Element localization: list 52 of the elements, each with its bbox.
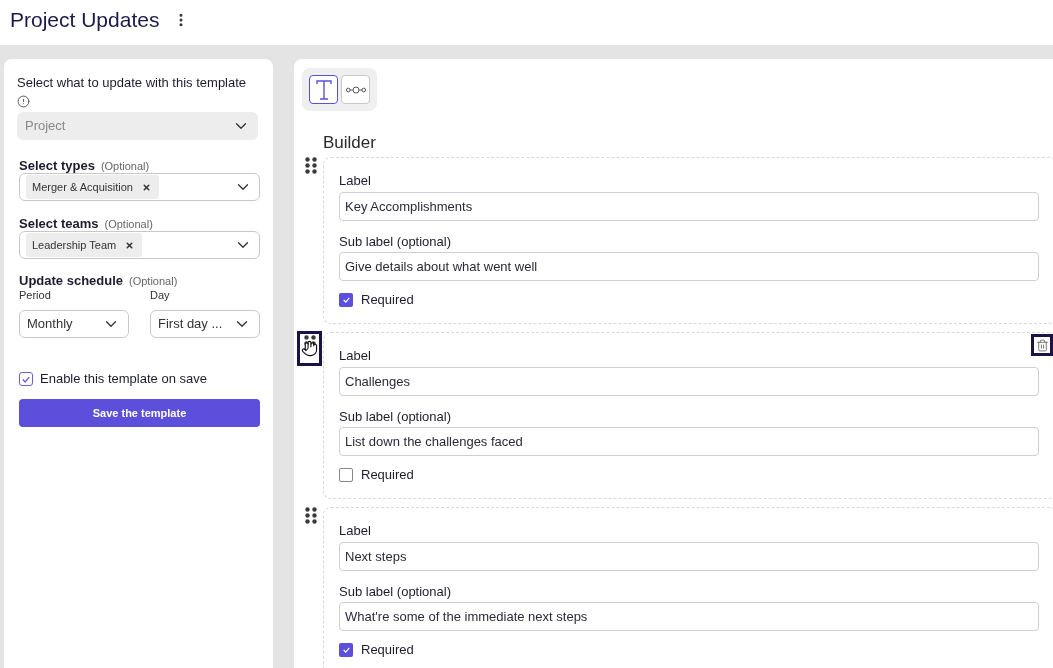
drag-handle-icon[interactable] [305,507,317,524]
checkbox[interactable] [339,293,353,307]
checkbox-label: Required [361,641,414,660]
label-input[interactable]: Next steps [339,542,1039,571]
field-label: Period [19,288,52,303]
sublabel-input[interactable]: Give details about what went well [339,252,1039,281]
optional-note: (Optional) [100,159,150,174]
trash-button[interactable] [1031,334,1053,356]
drag-handle-icon[interactable] [305,157,317,174]
types-dropdown[interactable]: Merger & Acquisition [19,173,260,201]
label-input[interactable]: Key Accomplishments [339,192,1039,221]
check-icon [342,297,350,303]
field-caption: Label [339,348,372,364]
text-icon [314,79,333,100]
hand-cursor-icon [300,339,318,358]
checkbox[interactable] [339,643,353,657]
checkbox-label: Required [361,466,414,485]
field-label: Update schedule [19,272,124,290]
checkbox[interactable] [19,372,33,386]
page-title: Project Updates [10,7,160,34]
sublabel-input[interactable]: What're some of the immediate next steps [339,602,1039,631]
tag-label: Leadership Team [32,237,117,253]
field-label: Select what to update with this template [17,75,248,91]
optional-note: (Optional) [104,217,153,232]
day-dropdown[interactable]: First day ... [150,310,260,338]
optional-note: (Optional) [129,274,178,289]
trash-icon [1035,338,1049,352]
field-label: Select teams [19,215,99,233]
field-label: Select types [19,157,95,175]
field-label: Day [150,288,171,303]
check-icon [22,375,30,383]
alert-icon [17,95,30,108]
tag-label: Merger & Acquisition [32,179,133,195]
save-button[interactable]: Save the template [19,399,260,427]
sublabel-input[interactable]: List down the challenges faced [339,427,1039,456]
checkbox[interactable] [339,468,353,482]
checkbox-label: Enable this template on save [40,370,207,389]
check-icon [342,647,350,653]
period-dropdown[interactable]: Monthly [19,310,129,338]
nodes-line-icon [345,85,366,94]
field-caption: Sub label (optional) [339,584,453,600]
teams-dropdown[interactable]: Leadership Team [19,231,260,259]
remove-icon[interactable] [125,240,135,250]
field-caption: Sub label (optional) [339,234,453,250]
remove-icon[interactable] [141,182,151,192]
field-caption: Label [339,523,372,539]
label-input[interactable]: Challenges [339,367,1039,396]
section-title: Builder [323,133,377,153]
field-caption: Sub label (optional) [339,409,453,425]
checkbox-label: Required [361,291,414,310]
field-caption: Label [339,173,372,189]
tool-button[interactable] [309,75,338,104]
